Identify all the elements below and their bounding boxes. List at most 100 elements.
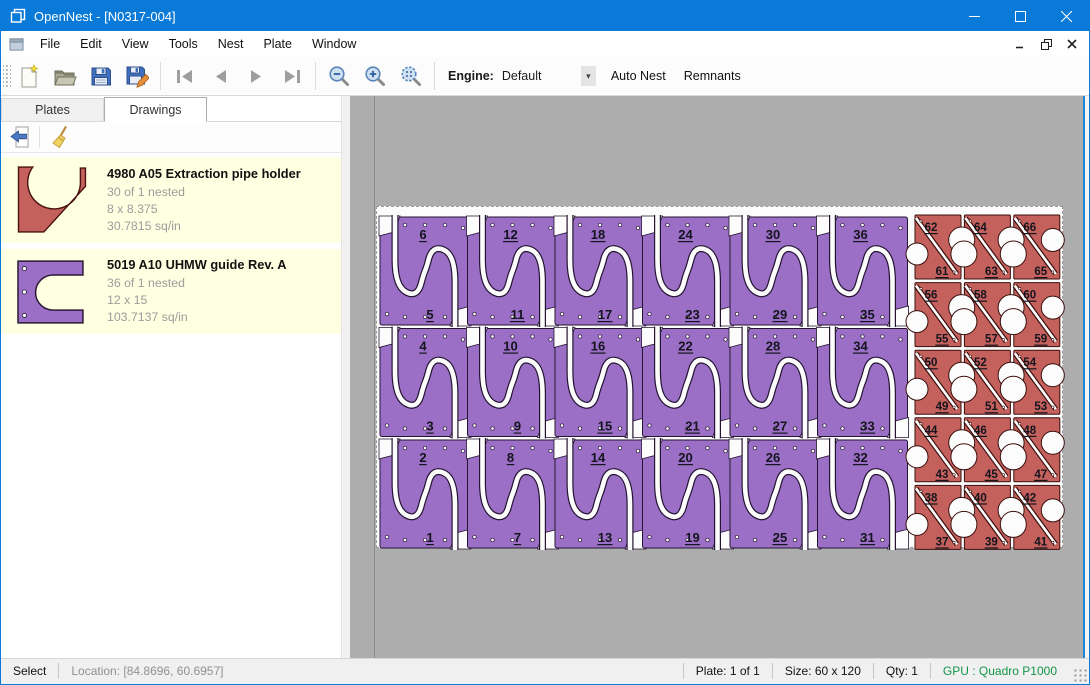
svg-text:21: 21 xyxy=(685,419,699,434)
nest-pair-purple[interactable]: 3635 xyxy=(817,215,909,327)
drawing-thumbnail-red xyxy=(15,165,107,235)
svg-text:28: 28 xyxy=(766,339,780,354)
nest-pair-purple[interactable]: 109 xyxy=(467,327,559,439)
nest-pair-purple[interactable]: 21 xyxy=(379,438,471,550)
svg-text:50: 50 xyxy=(925,357,938,369)
mdi-minimize-icon[interactable] xyxy=(1009,35,1031,53)
minimize-button[interactable] xyxy=(951,1,997,31)
status-gpu: GPU : Quadro P1000 xyxy=(931,664,1069,678)
nest-pair-purple[interactable]: 2019 xyxy=(642,438,734,550)
nest-pair-purple[interactable]: 1211 xyxy=(467,215,559,327)
svg-text:7: 7 xyxy=(514,530,521,545)
tab-drawings[interactable]: Drawings xyxy=(104,97,207,122)
remnants-button[interactable]: Remnants xyxy=(675,63,750,89)
resize-grip[interactable] xyxy=(1073,668,1087,682)
nest-pair-purple[interactable]: 2221 xyxy=(642,327,734,439)
new-document-button[interactable] xyxy=(11,60,47,92)
menu-plate[interactable]: Plate xyxy=(253,33,302,55)
svg-text:10: 10 xyxy=(503,339,517,354)
save-as-button[interactable] xyxy=(119,60,155,92)
nest-pair-purple[interactable]: 3231 xyxy=(817,438,909,550)
maximize-button[interactable] xyxy=(997,1,1043,31)
svg-text:51: 51 xyxy=(985,401,998,413)
svg-text:60: 60 xyxy=(1023,290,1036,302)
nest-pair-purple[interactable]: 3029 xyxy=(729,215,821,327)
svg-text:37: 37 xyxy=(936,536,949,548)
save-icon xyxy=(89,64,113,88)
svg-text:61: 61 xyxy=(936,266,949,278)
list-item-drawing-2[interactable]: 5019 A10 UHMW guide Rev. A 36 of 1 neste… xyxy=(1,249,341,334)
clear-drawings-button[interactable] xyxy=(46,124,78,151)
go-next-button[interactable] xyxy=(238,60,274,92)
nest-pair-purple[interactable]: 65 xyxy=(379,215,471,327)
engine-value: Default xyxy=(500,69,581,83)
nest-pair-purple[interactable]: 2625 xyxy=(729,438,821,550)
import-drawing-button[interactable] xyxy=(4,124,36,151)
nest-pair-purple[interactable]: 28 27 xyxy=(729,327,821,439)
menu-nest[interactable]: Nest xyxy=(208,33,254,55)
toolbar-grip[interactable] xyxy=(3,63,11,89)
app-window: OpenNest - [N0317-004] FileEditViewTools… xyxy=(0,0,1090,685)
broom-icon xyxy=(50,125,74,149)
zoom-fit-icon xyxy=(399,64,423,88)
drawing-thumbnail-purple xyxy=(15,259,107,325)
svg-text:14: 14 xyxy=(591,450,606,465)
nest-pair-purple[interactable]: 1615 xyxy=(554,327,646,439)
svg-text:63: 63 xyxy=(985,266,998,278)
open-button[interactable] xyxy=(47,60,83,92)
drawing-nested: 30 of 1 nested xyxy=(107,184,301,201)
open-folder-icon xyxy=(53,64,77,88)
nest-pair-purple[interactable]: 1413 xyxy=(554,438,646,550)
tab-plates[interactable]: Plates xyxy=(1,98,104,121)
svg-text:39: 39 xyxy=(985,536,998,548)
mdi-restore-icon[interactable] xyxy=(1035,35,1057,53)
zoom-out-button[interactable] xyxy=(321,60,357,92)
menu-window[interactable]: Window xyxy=(302,33,366,55)
auto-nest-button[interactable]: Auto Nest xyxy=(602,63,675,89)
close-button[interactable] xyxy=(1043,1,1089,31)
svg-text:33: 33 xyxy=(860,419,874,434)
go-last-button[interactable] xyxy=(274,60,310,92)
go-first-button[interactable] xyxy=(166,60,202,92)
list-item-drawing-1[interactable]: 4980 A05 Extraction pipe holder 30 of 1 … xyxy=(1,157,341,243)
svg-text:42: 42 xyxy=(1023,492,1036,504)
menu-file[interactable]: File xyxy=(30,33,70,55)
go-previous-button[interactable] xyxy=(202,60,238,92)
svg-text:53: 53 xyxy=(1034,401,1047,413)
nest-pair-purple[interactable]: 3433 xyxy=(817,327,909,439)
mdi-close-icon[interactable] xyxy=(1061,35,1083,53)
nest-plate[interactable]: 6512111817242330293635 4310916152221 28 27 3… xyxy=(376,206,1063,548)
menu-view[interactable]: View xyxy=(112,33,159,55)
engine-select[interactable]: Default ▾ xyxy=(500,65,596,87)
nest-pair-purple[interactable]: 1817 xyxy=(554,215,646,327)
svg-text:6: 6 xyxy=(419,227,426,242)
zoom-fit-button[interactable] xyxy=(393,60,429,92)
menu-edit[interactable]: Edit xyxy=(70,33,112,55)
import-drawing-icon xyxy=(8,125,32,149)
svg-text:4: 4 xyxy=(419,339,427,354)
svg-text:48: 48 xyxy=(1023,425,1036,437)
go-next-icon xyxy=(245,65,268,88)
mdi-document-icon[interactable] xyxy=(9,37,24,52)
zoom-in-button[interactable] xyxy=(357,60,393,92)
nest-pair-purple[interactable]: 43 xyxy=(379,327,471,439)
go-last-icon xyxy=(281,65,304,88)
save-button[interactable] xyxy=(83,60,119,92)
new-document-icon xyxy=(17,64,41,88)
nest-canvas[interactable]: 6512111817242330293635 4310916152221 28 27 3… xyxy=(350,96,1089,658)
nest-pair-purple[interactable]: 87 xyxy=(467,438,559,550)
svg-text:55: 55 xyxy=(936,334,949,346)
chevron-down-icon[interactable]: ▾ xyxy=(581,66,596,86)
drawings-toolbar xyxy=(1,122,341,153)
sidebar: Plates Drawings 4980 A05 Extra xyxy=(1,96,342,658)
nest-pair-purple[interactable]: 2423 xyxy=(642,215,734,327)
menu-tools[interactable]: Tools xyxy=(159,33,208,55)
svg-text:12: 12 xyxy=(503,227,517,242)
svg-text:66: 66 xyxy=(1023,222,1036,234)
svg-text:56: 56 xyxy=(925,290,938,302)
drawings-list: 4980 A05 Extraction pipe holder 30 of 1 … xyxy=(1,153,341,658)
panel-splitter[interactable] xyxy=(342,96,350,658)
app-icon xyxy=(10,8,26,24)
svg-text:27: 27 xyxy=(773,419,787,434)
svg-text:36: 36 xyxy=(853,227,867,242)
